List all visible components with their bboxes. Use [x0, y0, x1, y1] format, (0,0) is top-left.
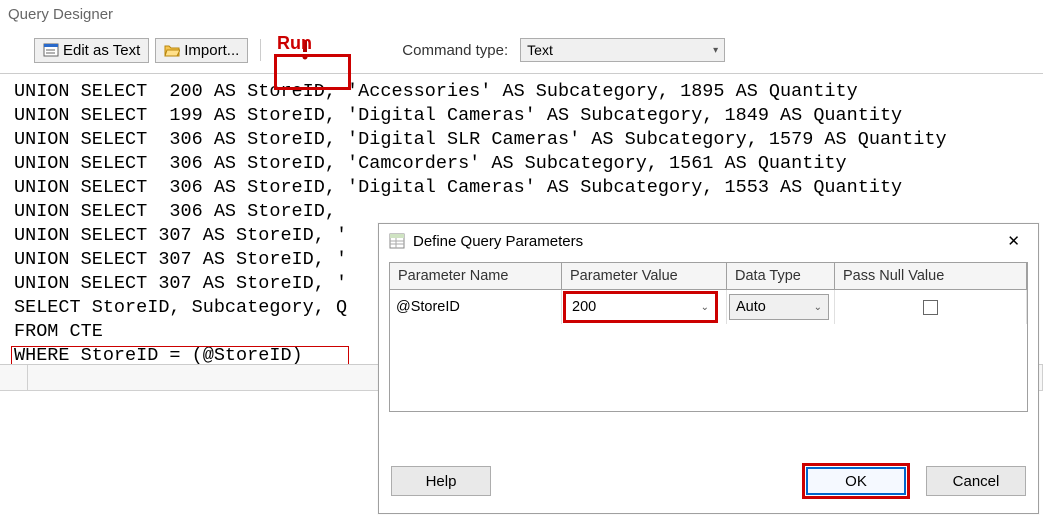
col-data-type: Data Type — [727, 263, 835, 290]
close-icon[interactable]: ✕ — [999, 230, 1028, 252]
window-title: Query Designer — [0, 0, 1043, 33]
parameter-table: Parameter Name Parameter Value Data Type… — [389, 262, 1028, 412]
command-type-value: Text — [527, 42, 553, 58]
pass-null-checkbox[interactable] — [923, 300, 938, 315]
ok-button[interactable]: OK — [806, 467, 906, 495]
folder-open-icon — [164, 42, 180, 58]
col-parameter-name: Parameter Name — [390, 263, 562, 290]
command-type-select[interactable]: Text ▾ — [520, 38, 725, 62]
edit-text-icon — [43, 42, 59, 58]
import-label: Import... — [184, 42, 239, 59]
command-type-label: Command type: — [402, 42, 508, 59]
cancel-button[interactable]: Cancel — [926, 466, 1026, 496]
parameter-table-header: Parameter Name Parameter Value Data Type… — [390, 263, 1027, 290]
data-type-select[interactable]: Auto ⌄ — [729, 294, 829, 320]
import-button[interactable]: Import... — [155, 38, 248, 63]
toolbar: Edit as Text Import... Command type: Tex… — [0, 33, 1043, 74]
run-annotation-label: Run — [277, 33, 312, 54]
dialog-button-row: Help OK Cancel — [379, 453, 1038, 513]
parameter-value-text: 200 — [572, 299, 596, 315]
toolbar-separator — [260, 39, 261, 61]
parameter-name-cell: @StoreID — [390, 290, 562, 324]
chevron-down-icon: ▾ — [713, 45, 718, 56]
grid-corner-cell — [0, 365, 28, 391]
chevron-down-icon: ⌄ — [701, 302, 709, 313]
chevron-down-icon: ⌄ — [814, 302, 822, 313]
ok-highlight: OK — [802, 463, 910, 499]
parameters-icon — [389, 233, 405, 249]
parameter-row: @StoreID 200 ⌄ Auto ⌄ — [390, 290, 1027, 324]
edit-as-text-label: Edit as Text — [63, 42, 140, 59]
col-parameter-value: Parameter Value — [562, 263, 727, 290]
dialog-titlebar: Define Query Parameters ✕ — [379, 224, 1038, 258]
dialog-title-text: Define Query Parameters — [413, 233, 583, 250]
col-pass-null: Pass Null Value — [835, 263, 1027, 290]
parameter-value-input[interactable]: 200 ⌄ — [563, 291, 718, 323]
define-query-parameters-dialog: Define Query Parameters ✕ Parameter Name… — [378, 223, 1039, 514]
edit-as-text-button[interactable]: Edit as Text — [34, 38, 149, 63]
help-button[interactable]: Help — [391, 466, 491, 496]
data-type-text: Auto — [736, 299, 766, 315]
